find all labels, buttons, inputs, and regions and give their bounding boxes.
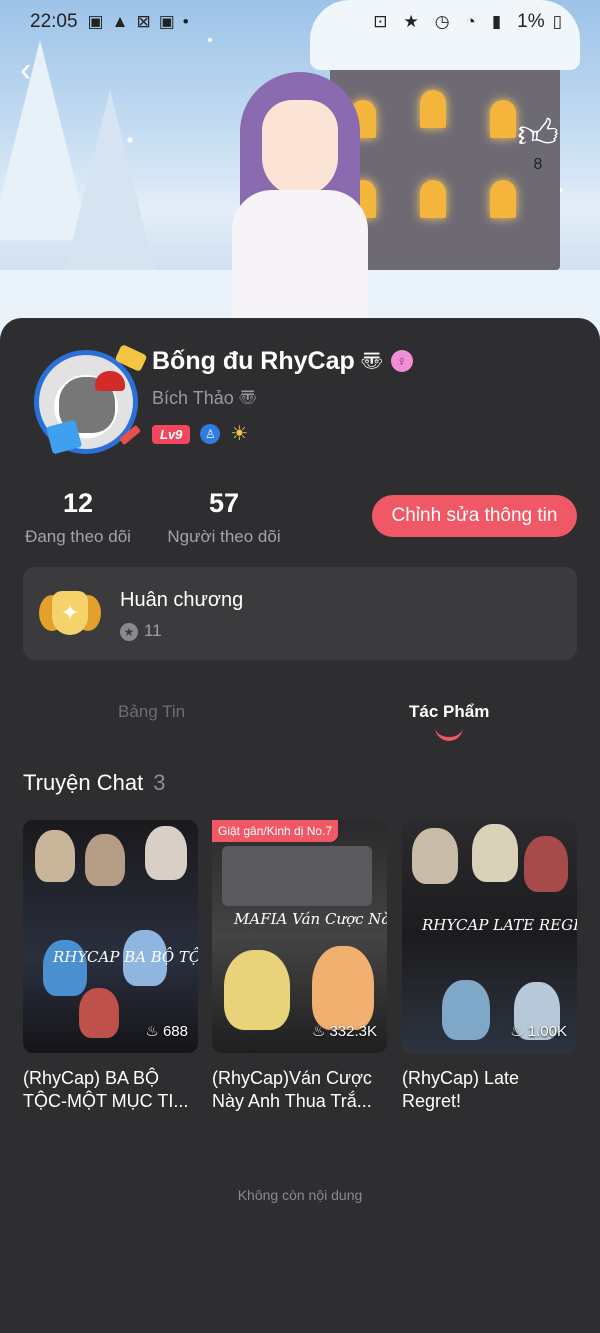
followers-count: 57	[208, 488, 240, 518]
signal-icon: ▮	[491, 12, 502, 31]
medal-card[interactable]: ✦ Huân chương ★ 11	[23, 567, 577, 660]
facebook-icon: ▣	[87, 12, 104, 31]
wifi-icon: ◔	[465, 12, 476, 31]
rank-badge: Giật gân/Kinh dị No.7	[212, 820, 339, 842]
capcut-icon: ⊠	[136, 12, 151, 31]
profile-banner	[0, 0, 600, 340]
character-body	[232, 190, 368, 330]
cover-text: RHYCAP BA BỘ TỘC MỘT MỤC TIÊU	[53, 948, 198, 966]
story-card[interactable]: MAFIA Ván Cược Này Giật gân/Kinh dị No.7…	[212, 820, 387, 1113]
snowy-tree-left-2	[60, 90, 160, 290]
facebook-icon-2: ▣	[158, 12, 175, 31]
profile-name: Bống đu RhyCap 〠 ♀	[152, 344, 413, 376]
name-symbol: 〠	[360, 349, 383, 374]
end-of-content-text: Không còn nội dung	[237, 1187, 363, 1203]
star-icon: ★	[403, 12, 419, 31]
chevron-left-icon: ‹	[20, 51, 32, 89]
fire-icon: ♨	[311, 1023, 326, 1040]
battery-text: 1%	[517, 11, 545, 32]
profile-subname: Bích Thảo 〠	[152, 388, 257, 408]
battery-icon: ▯	[552, 12, 562, 31]
level-badge[interactable]: Lv9	[152, 424, 191, 444]
story-card[interactable]: RHYCAP LATE REGRET ♨ 1.00K (RhyCap) Late…	[402, 820, 577, 1113]
cover-text: RHYCAP LATE REGRET	[422, 916, 577, 934]
tab-news-feed[interactable]: Bảng Tin	[118, 702, 185, 722]
followers-label: Người theo dõi	[167, 527, 281, 546]
medal-count: ★ 11	[120, 621, 162, 641]
view-count: ♨ 332.3K	[311, 1023, 377, 1040]
following-label: Đang theo dõi	[25, 527, 131, 546]
verified-badge-icon[interactable]: ♙	[200, 424, 221, 444]
status-bar: 22:05 ▣ ▲ ⊠ ▣ • ⊡ ★ ◷ ◔ ▮ 1% ▯	[0, 0, 600, 44]
thumbs-up-icon: 👍︎	[517, 112, 559, 156]
like-button[interactable]: 👍︎ 8	[512, 112, 564, 174]
story-cover: RHYCAP BA BỘ TỘC MỘT MỤC TIÊU	[23, 820, 198, 1053]
story-card[interactable]: RHYCAP BA BỘ TỘC MỘT MỤC TIÊU ♨ 688 (Rhy…	[23, 820, 198, 1113]
medal-icon: ✦	[39, 587, 101, 643]
section-title: Truyện Chat 3	[23, 770, 166, 795]
cover-text: MAFIA Ván Cược Này	[234, 910, 387, 928]
sun-badge-icon[interactable]: ☀	[230, 424, 248, 444]
alarm-icon: ◷	[434, 12, 450, 31]
view-count: ♨ 688	[145, 1023, 188, 1040]
fire-icon: ♨	[145, 1023, 159, 1040]
edit-profile-button[interactable]: Chỉnh sửa thông tin	[372, 495, 577, 537]
followers-stat[interactable]: 57 Người theo dõi	[166, 488, 282, 547]
star-icon: ★	[120, 623, 138, 641]
character-face	[262, 100, 338, 196]
view-count: ♨ 1.00K	[510, 1023, 567, 1040]
warning-icon: ▲	[111, 12, 129, 31]
lock-icon: ⊡	[373, 12, 388, 31]
following-count: 12	[62, 488, 94, 518]
tab-works[interactable]: Tác Phẩm	[409, 702, 489, 722]
badge-row: Lv9 ♙ ☀	[152, 424, 248, 444]
section-count: 3	[153, 770, 166, 795]
dot-icon: •	[182, 12, 189, 31]
medal-title: Huân chương	[120, 589, 244, 611]
story-cover: RHYCAP LATE REGRET	[402, 820, 577, 1053]
back-button[interactable]: ‹	[20, 52, 52, 88]
avatar[interactable]	[34, 343, 148, 455]
gender-female-icon: ♀	[390, 350, 413, 372]
fire-icon: ♨	[510, 1023, 524, 1040]
story-cover: MAFIA Ván Cược Này	[212, 820, 387, 1053]
following-stat[interactable]: 12 Đang theo dõi	[23, 488, 133, 547]
like-count: 8	[533, 156, 543, 173]
status-time: 22:05	[30, 11, 78, 32]
